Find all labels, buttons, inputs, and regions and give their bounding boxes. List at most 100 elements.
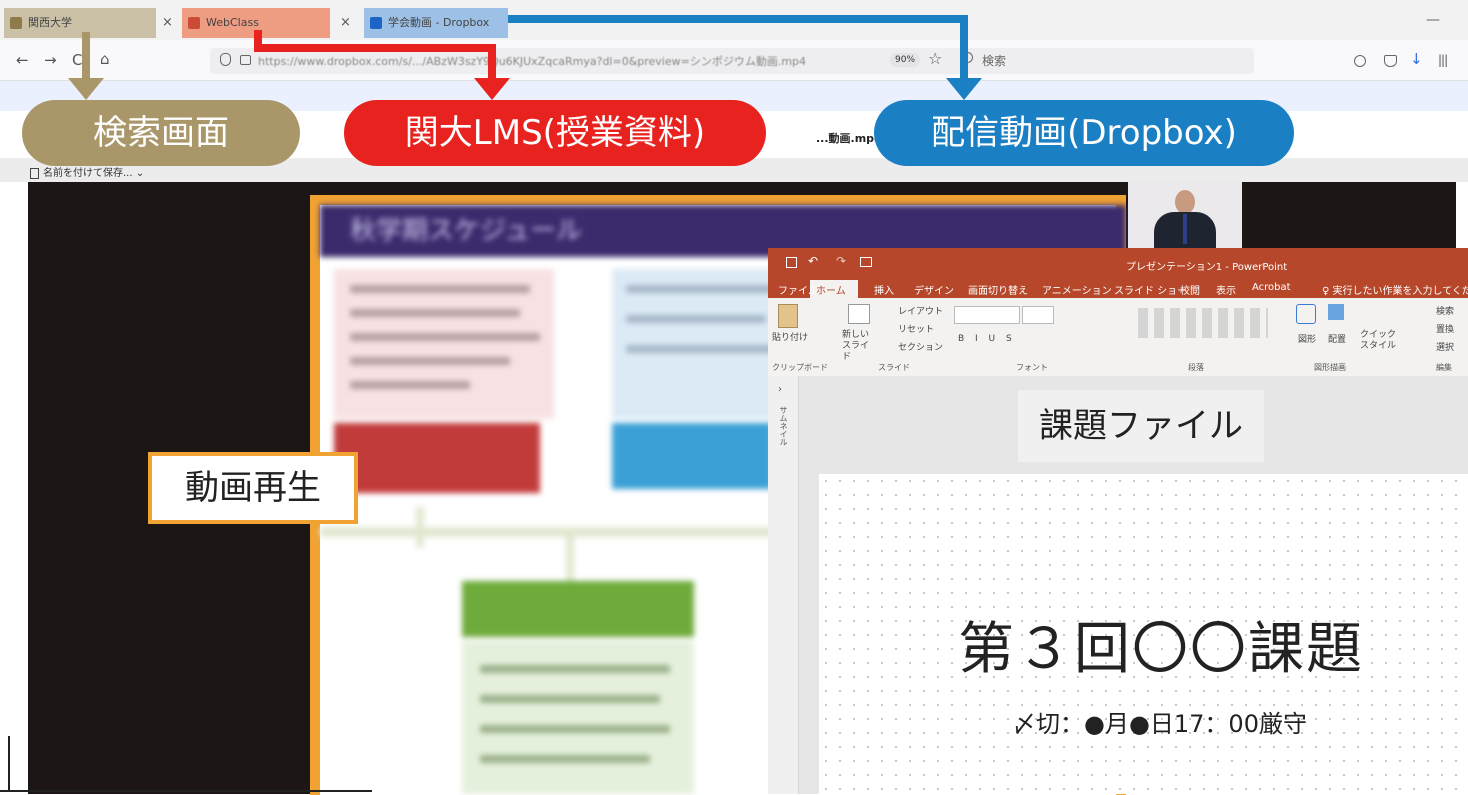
arrange-button-label[interactable]: 配置 bbox=[1328, 332, 1346, 345]
forward-arrow-icon[interactable]: → bbox=[44, 52, 57, 68]
powerpoint-title-bar: ↶ ↷ プレゼンテーション1 - PowerPoint bbox=[768, 248, 1468, 278]
pocket-icon[interactable] bbox=[1384, 55, 1397, 67]
ppt-window-title: プレゼンテーション1 - PowerPoint bbox=[1126, 262, 1288, 273]
ppt-tab-insert[interactable]: 挿入 bbox=[874, 282, 894, 297]
ppt-tell-me[interactable]: ♀ 実行したい作業を入力してください bbox=[1322, 282, 1468, 297]
reload-icon[interactable]: C bbox=[72, 52, 82, 68]
frame-edge-line bbox=[0, 790, 372, 792]
video-play-callout: 動画再生 bbox=[148, 452, 358, 524]
account-icon[interactable] bbox=[1354, 55, 1366, 67]
layout-button-label[interactable]: レイアウト bbox=[898, 304, 943, 317]
reset-button-label[interactable]: リセット bbox=[898, 322, 934, 335]
slide-title[interactable]: 第３回〇〇課題 bbox=[958, 604, 1364, 685]
schedule-box-green bbox=[462, 581, 694, 637]
save-as-label: 名前を付けて保存... bbox=[43, 168, 133, 179]
blurred-text-line bbox=[350, 381, 470, 389]
arrow-head-lms bbox=[474, 78, 510, 100]
arrow-head-dropbox bbox=[946, 78, 982, 100]
lock-icon[interactable] bbox=[240, 55, 251, 65]
ppt-tab-home[interactable]: ホーム bbox=[816, 282, 846, 297]
powerpoint-ribbon: 貼り付け 新しい スライド レイアウト リセット セクション B I U S 図… bbox=[768, 298, 1468, 377]
arrange-icon[interactable] bbox=[1328, 304, 1344, 320]
save-icon[interactable] bbox=[786, 257, 797, 268]
quick-styles-button-label[interactable]: クイック スタイル bbox=[1360, 330, 1396, 352]
ppt-tab-animations[interactable]: アニメーション bbox=[1042, 282, 1112, 297]
blurred-text-line bbox=[626, 315, 766, 323]
schedule-box-green-light bbox=[462, 641, 694, 794]
back-arrow-icon[interactable]: ← bbox=[16, 52, 29, 68]
url-text[interactable]: https://www.dropbox.com/s/.../ABzW3szY9Q… bbox=[258, 53, 806, 69]
blurred-text-line bbox=[350, 333, 540, 341]
tab-label: 関西大学 bbox=[28, 16, 72, 29]
thumbnails-label: サムネイル bbox=[779, 406, 788, 446]
select-button-label[interactable]: 選択 bbox=[1436, 340, 1454, 353]
timeline-stem bbox=[416, 507, 424, 547]
slideshow-icon[interactable] bbox=[860, 257, 872, 267]
arrow-line-search bbox=[82, 32, 90, 80]
section-button-label[interactable]: セクション bbox=[898, 340, 943, 353]
ppt-tab-acrobat[interactable]: Acrobat bbox=[1252, 282, 1291, 293]
search-screen-callout: 検索画面 bbox=[22, 100, 300, 166]
expand-chevron-icon[interactable]: › bbox=[778, 384, 782, 395]
bookmark-star-icon[interactable]: ☆ bbox=[928, 49, 942, 68]
window-minimize-button[interactable]: — bbox=[1426, 12, 1440, 28]
close-tab-icon[interactable]: × bbox=[162, 8, 173, 38]
group-editing: 編集 bbox=[1436, 363, 1452, 372]
find-button-label[interactable]: 検索 bbox=[1436, 304, 1454, 317]
ppt-tab-review[interactable]: 校閲 bbox=[1180, 282, 1200, 297]
save-as-button[interactable]: 名前を付けて保存... ⌄ bbox=[30, 164, 144, 179]
ppt-tab-view[interactable]: 表示 bbox=[1216, 282, 1236, 297]
library-icon[interactable]: ||| bbox=[1438, 53, 1448, 67]
ppt-tab-design[interactable]: デザイン bbox=[914, 282, 954, 297]
group-font: フォント bbox=[1016, 363, 1048, 372]
group-slides: スライド bbox=[878, 363, 910, 372]
font-name-dropdown[interactable] bbox=[954, 306, 1020, 324]
kansai-univ-favicon-icon bbox=[10, 17, 22, 29]
ppt-tab-file[interactable]: ファイル bbox=[778, 282, 818, 297]
group-drawing: 図形描画 bbox=[1314, 363, 1346, 372]
shield-icon[interactable] bbox=[220, 53, 231, 66]
close-tab-icon[interactable]: × bbox=[340, 8, 351, 38]
arrow-line-lms-h bbox=[254, 44, 496, 52]
shapes-button-label[interactable]: 図形 bbox=[1298, 332, 1316, 345]
arrow-line-dropbox-h bbox=[508, 15, 968, 23]
new-slide-button-label[interactable]: 新しい スライド bbox=[842, 330, 872, 363]
blurred-text-line bbox=[626, 345, 776, 353]
tab-kansai-univ[interactable]: 関西大学 bbox=[4, 8, 156, 38]
replace-button-label[interactable]: 置換 bbox=[1436, 322, 1454, 335]
lms-callout: 関大LMS(授業資料) bbox=[344, 100, 766, 166]
paste-icon[interactable] bbox=[778, 304, 798, 328]
chevron-down-icon: ⌄ bbox=[135, 168, 145, 179]
font-format-buttons[interactable]: B I U S bbox=[958, 334, 1016, 344]
slide-subtitle[interactable]: 〆切：●月●日17：00厳守 bbox=[1012, 704, 1307, 739]
schedule-box-blue bbox=[612, 423, 772, 489]
speaker-video-thumbnail[interactable] bbox=[1128, 182, 1242, 248]
search-input[interactable]: 検索 bbox=[982, 52, 1006, 69]
paste-button-label[interactable]: 貼り付け bbox=[772, 330, 808, 343]
timeline-stem bbox=[566, 537, 574, 585]
paragraph-buttons[interactable] bbox=[1138, 308, 1268, 338]
frame-edge-line bbox=[8, 736, 10, 792]
home-icon[interactable]: ⌂ bbox=[100, 51, 110, 67]
undo-icon[interactable]: ↶ bbox=[808, 254, 818, 268]
task-file-callout: 課題ファイル bbox=[1018, 390, 1264, 462]
download-icon[interactable]: ↓ bbox=[1410, 50, 1423, 68]
webclass-favicon-icon bbox=[188, 17, 200, 29]
arrow-line-dropbox-v bbox=[960, 15, 968, 81]
dropbox-favicon-icon bbox=[370, 17, 382, 29]
ppt-tab-slideshow[interactable]: スライド ショー bbox=[1114, 282, 1187, 297]
shapes-icon[interactable] bbox=[1296, 304, 1316, 324]
font-size-dropdown[interactable] bbox=[1022, 306, 1054, 324]
redo-icon[interactable]: ↷ bbox=[836, 254, 846, 268]
zoom-level-badge[interactable]: 90% bbox=[890, 53, 921, 67]
tell-me-label: 実行したい作業を入力してください bbox=[1332, 286, 1468, 297]
arrow-head-search bbox=[68, 78, 104, 100]
speaker-head bbox=[1175, 190, 1195, 214]
new-slide-icon[interactable] bbox=[848, 304, 870, 324]
ppt-tab-transitions[interactable]: 画面切り替え bbox=[968, 282, 1028, 297]
tab-dropbox[interactable]: 学会動画 - Dropbox bbox=[364, 8, 508, 38]
blurred-text-line bbox=[480, 725, 670, 733]
thumbnail-pane[interactable]: › サムネイル bbox=[768, 376, 799, 794]
powerpoint-ribbon-tabs: ファイル ホーム 挿入 デザイン 画面切り替え アニメーション スライド ショー… bbox=[768, 278, 1468, 298]
blurred-text-line bbox=[626, 285, 776, 293]
